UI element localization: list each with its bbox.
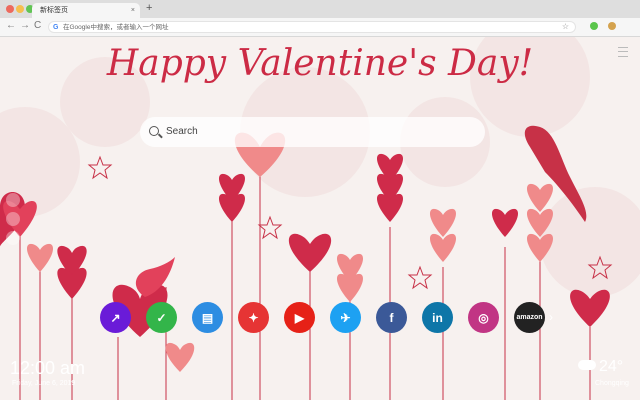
weather-city: Chongqing: [595, 380, 629, 387]
shortcut-game[interactable]: ✦: [238, 302, 269, 333]
sidebar-twitter-icon[interactable]: [6, 193, 20, 207]
page-title: Happy Valentine's Day!: [106, 43, 534, 84]
date: Friday, June 6, 2019: [12, 380, 76, 387]
bookmark-star-icon[interactable]: ☆: [562, 21, 569, 33]
shortcut-youtube[interactable]: ▶: [284, 302, 315, 333]
profile-avatar[interactable]: [608, 22, 616, 30]
shortcut-notes[interactable]: ▤: [192, 302, 223, 333]
shortcut-photo-editor[interactable]: ↗: [100, 302, 131, 333]
temperature: 24°: [599, 358, 624, 375]
reload-button[interactable]: C: [34, 20, 41, 31]
shortcut-linkedin[interactable]: in: [422, 302, 453, 333]
shortcut-twitter[interactable]: ✈: [330, 302, 361, 333]
shortcut-facebook[interactable]: f: [376, 302, 407, 333]
sidebar-facebook-icon[interactable]: [6, 212, 20, 226]
new-tab-button[interactable]: +: [146, 2, 152, 14]
search-icon: [149, 126, 159, 136]
browser-tab-strip: 新标签页 × +: [0, 0, 640, 18]
minimize-window-button[interactable]: [16, 5, 24, 13]
address-placeholder: 在Google中搜索，或者输入一个网址: [63, 24, 169, 31]
new-tab-page: Happy Valentine's Day! Search ↗ ✓ ▤ ✦ ▶ …: [0, 37, 640, 400]
sidebar-pinterest-icon[interactable]: [6, 231, 20, 245]
shortcut-next-arrow[interactable]: ›: [549, 310, 553, 324]
back-button[interactable]: ←: [6, 20, 16, 31]
shortcut-tasks[interactable]: ✓: [146, 302, 177, 333]
search-box[interactable]: Search: [140, 117, 485, 147]
tab-close-icon[interactable]: ×: [131, 3, 135, 18]
google-icon: G: [53, 24, 59, 31]
valentine-illustration: [0, 125, 613, 400]
browser-tab[interactable]: 新标签页 ×: [32, 3, 140, 18]
tab-title: 新标签页: [40, 7, 68, 14]
clock: 12:00 am: [10, 358, 86, 378]
shortcut-instagram[interactable]: ◎: [468, 302, 499, 333]
shortcut-bar: ↗ ✓ ▤ ✦ ▶ ✈ f in ◎ amazon: [100, 302, 545, 333]
cloud-icon: [578, 360, 596, 370]
menu-icon[interactable]: [618, 47, 628, 57]
address-bar[interactable]: G 在Google中搜索，或者输入一个网址 ☆: [48, 21, 576, 33]
shortcut-amazon[interactable]: amazon: [514, 302, 545, 333]
close-window-button[interactable]: [6, 5, 14, 13]
browser-toolbar: ← → C G 在Google中搜索，或者输入一个网址 ☆: [0, 18, 640, 37]
search-placeholder: Search: [166, 126, 198, 137]
extension-icon[interactable]: [590, 22, 598, 30]
forward-button[interactable]: →: [20, 20, 30, 31]
